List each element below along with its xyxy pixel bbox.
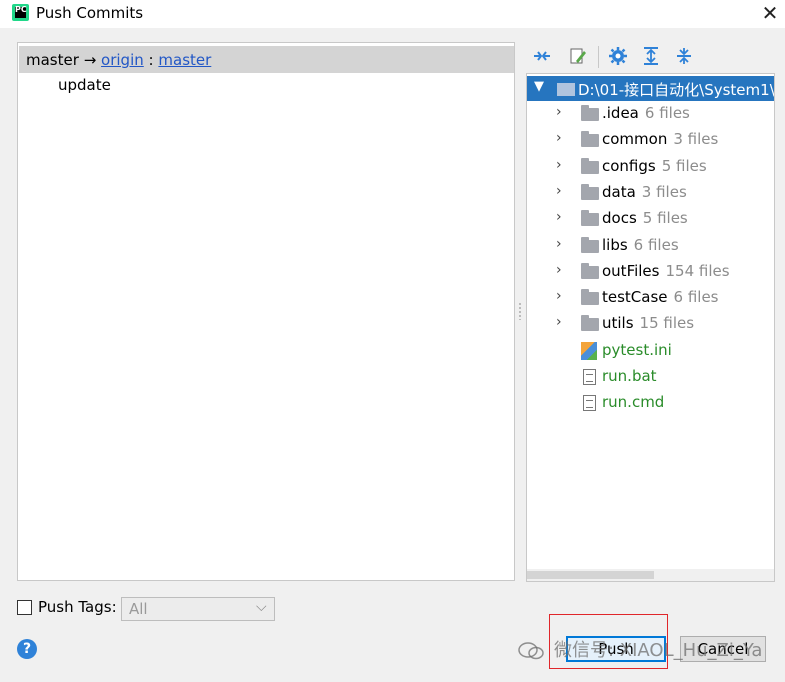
folder-icon bbox=[581, 105, 599, 121]
push-tags-label: Push Tags: bbox=[38, 598, 117, 616]
remote-branch-link[interactable]: master bbox=[158, 51, 211, 69]
folder-name: configs bbox=[602, 156, 656, 175]
file-name: run.bat bbox=[602, 367, 657, 385]
branch-separator: : bbox=[148, 51, 154, 69]
close-button[interactable]: ✕ bbox=[758, 0, 782, 26]
folder-name: .idea bbox=[602, 104, 639, 122]
arrow-icon: → bbox=[83, 51, 97, 69]
help-icon[interactable]: ? bbox=[17, 639, 37, 659]
tree-root-row[interactable]: ▼ D:\01-接口自动化\System1\c bbox=[527, 76, 775, 101]
chevron-down-icon[interactable]: ▼ bbox=[534, 79, 544, 94]
expand-all-icon[interactable] bbox=[641, 46, 661, 66]
window-title: Push Commits bbox=[36, 4, 144, 22]
folder-name: libs bbox=[602, 235, 628, 254]
folder-icon bbox=[557, 83, 575, 96]
tags-select[interactable]: All ⌵ bbox=[121, 597, 275, 621]
file-count: 154 files bbox=[665, 261, 730, 280]
watermark: 微信号: XIAOL_Hu_Zi_Ya bbox=[518, 636, 762, 662]
folder-icon bbox=[581, 315, 599, 332]
text-file-icon bbox=[583, 369, 596, 385]
folder-icon bbox=[581, 210, 599, 227]
file-name: pytest.ini bbox=[602, 340, 672, 359]
scrollbar-thumb[interactable] bbox=[527, 571, 654, 579]
edit-icon[interactable] bbox=[568, 46, 588, 66]
folder-icon bbox=[581, 262, 599, 279]
file-count: 6 files bbox=[633, 235, 679, 254]
commits-panel: master → origin : master update bbox=[17, 42, 515, 581]
chevron-right-icon[interactable]: › bbox=[556, 236, 562, 252]
chevron-down-icon: ⌵ bbox=[256, 599, 267, 615]
file-count: 3 files bbox=[641, 182, 687, 201]
remote-link[interactable]: origin bbox=[101, 51, 144, 69]
folder-icon bbox=[581, 289, 599, 306]
local-branch: master bbox=[26, 51, 79, 69]
file-name: run.cmd bbox=[602, 393, 665, 412]
file-count: 6 files bbox=[644, 104, 690, 122]
gear-icon[interactable] bbox=[608, 46, 628, 66]
folder-icon bbox=[581, 157, 599, 174]
chevron-right-icon[interactable]: › bbox=[556, 183, 562, 199]
folder-name: data bbox=[602, 182, 636, 201]
chevron-right-icon[interactable]: › bbox=[556, 157, 562, 173]
toolbar-separator bbox=[598, 46, 599, 68]
ini-file-icon bbox=[581, 341, 597, 360]
wechat-icon bbox=[518, 642, 544, 660]
expand-arrows-icon[interactable] bbox=[532, 46, 552, 66]
chevron-right-icon[interactable]: › bbox=[556, 314, 562, 330]
file-count: 5 files bbox=[642, 209, 688, 228]
chevron-right-icon[interactable]: › bbox=[556, 209, 562, 225]
tags-select-value: All bbox=[129, 600, 148, 618]
changes-tree: ▼ D:\01-接口自动化\System1\c › .idea 6 files › co… bbox=[526, 73, 775, 582]
title-bar: PC Push Commits ✕ bbox=[0, 0, 785, 28]
folder-name: common bbox=[602, 130, 668, 149]
chevron-right-icon[interactable]: › bbox=[556, 104, 562, 120]
push-tags-checkbox[interactable] bbox=[17, 600, 32, 615]
splitter-handle[interactable] bbox=[518, 302, 522, 320]
file-count: 6 files bbox=[673, 288, 719, 307]
file-count: 5 files bbox=[661, 156, 707, 175]
text-file-icon bbox=[583, 395, 596, 412]
commit-item[interactable]: update bbox=[58, 76, 111, 94]
file-count: 15 files bbox=[639, 314, 695, 333]
folder-icon bbox=[581, 236, 599, 253]
folder-name: outFiles bbox=[602, 261, 660, 280]
chevron-right-icon[interactable]: › bbox=[556, 288, 562, 304]
folder-name: utils bbox=[602, 314, 634, 333]
root-path: D:\01-接口自动化\System1\c bbox=[578, 81, 775, 99]
chevron-right-icon[interactable]: › bbox=[556, 130, 562, 146]
branch-row[interactable]: master → origin : master bbox=[19, 46, 514, 73]
file-count: 3 files bbox=[673, 130, 719, 149]
horizontal-scrollbar[interactable] bbox=[527, 569, 774, 581]
folder-icon bbox=[581, 131, 599, 148]
watermark-text: 微信号: XIAOL_Hu_Zi_Ya bbox=[554, 640, 763, 661]
folder-name: docs bbox=[602, 209, 637, 228]
pycharm-logo-icon: PC bbox=[12, 4, 29, 21]
chevron-right-icon[interactable]: › bbox=[556, 262, 562, 278]
folder-name: testCase bbox=[602, 288, 668, 307]
collapse-all-icon[interactable] bbox=[674, 46, 694, 66]
folder-icon bbox=[581, 183, 599, 200]
changes-toolbar bbox=[528, 44, 773, 70]
